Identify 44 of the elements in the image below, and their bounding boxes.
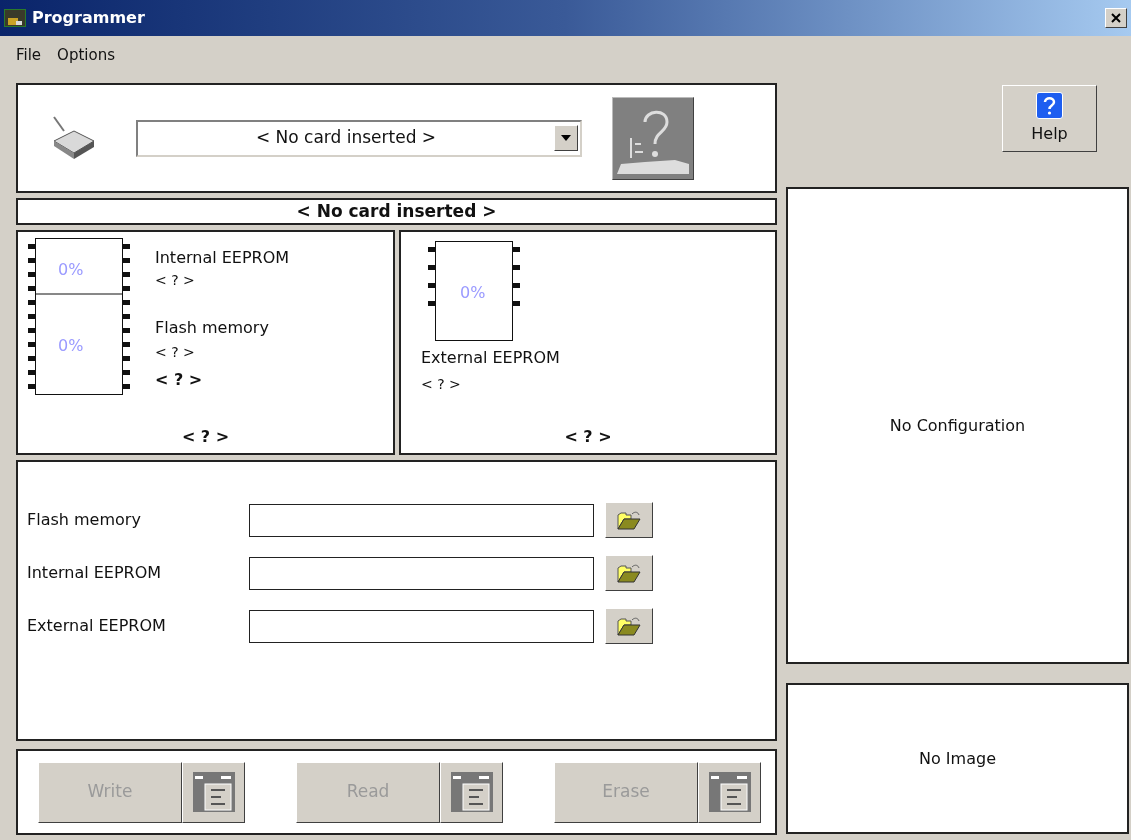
memory-detail: < ? > [421,375,461,394]
dropdown-value: < No card inserted > [254,126,438,150]
app-icon [4,9,26,27]
open-folder-button[interactable] [605,608,653,644]
close-icon [1111,13,1121,23]
folder-icon [617,616,641,636]
memory-detail: < ? > [155,343,195,362]
document-icon [190,770,237,814]
question-image-button[interactable] [612,96,694,180]
field-label: Internal EEPROM [27,562,163,584]
document-icon [706,770,753,814]
folder-icon [617,563,641,583]
image-text: No Image [919,747,996,770]
input-field[interactable] [249,556,594,590]
configuration-text: No Configuration [889,414,1026,437]
menu-item[interactable]: File [14,43,44,67]
input-field[interactable] [249,503,594,537]
memory-name: Internal EEPROM [155,247,290,269]
memory-size: < ? > [155,369,203,391]
card-dropdown[interactable]: < No card inserted > [136,119,582,157]
field-label: External EEPROM [27,615,167,637]
memory-name: Flash memory [155,317,269,339]
status-text: < No card inserted > [296,199,497,223]
help-icon [1036,91,1063,119]
percent-label: 0% [58,259,84,281]
document-icon [448,770,495,814]
input-field[interactable] [249,609,594,643]
document-options-button[interactable] [698,761,761,823]
percent-label: 0% [460,282,486,304]
memory-detail: < ? > [155,271,195,290]
open-folder-button[interactable] [605,502,653,538]
memory-name: External EEPROM [421,347,560,369]
window-title: Programmer [32,7,145,29]
field-label: Flash memory [27,509,142,531]
close-button[interactable] [1105,8,1127,28]
folder-icon [617,510,641,530]
memory-footer: < ? > [181,425,230,449]
open-folder-button[interactable] [605,555,653,591]
percent-label: 0% [58,335,84,357]
document-options-button[interactable] [440,761,503,823]
help-button[interactable]: Help [1002,85,1097,152]
memory-footer: < ? > [564,425,612,449]
menu-item[interactable]: Options [55,43,117,67]
document-options-button[interactable] [182,761,245,823]
